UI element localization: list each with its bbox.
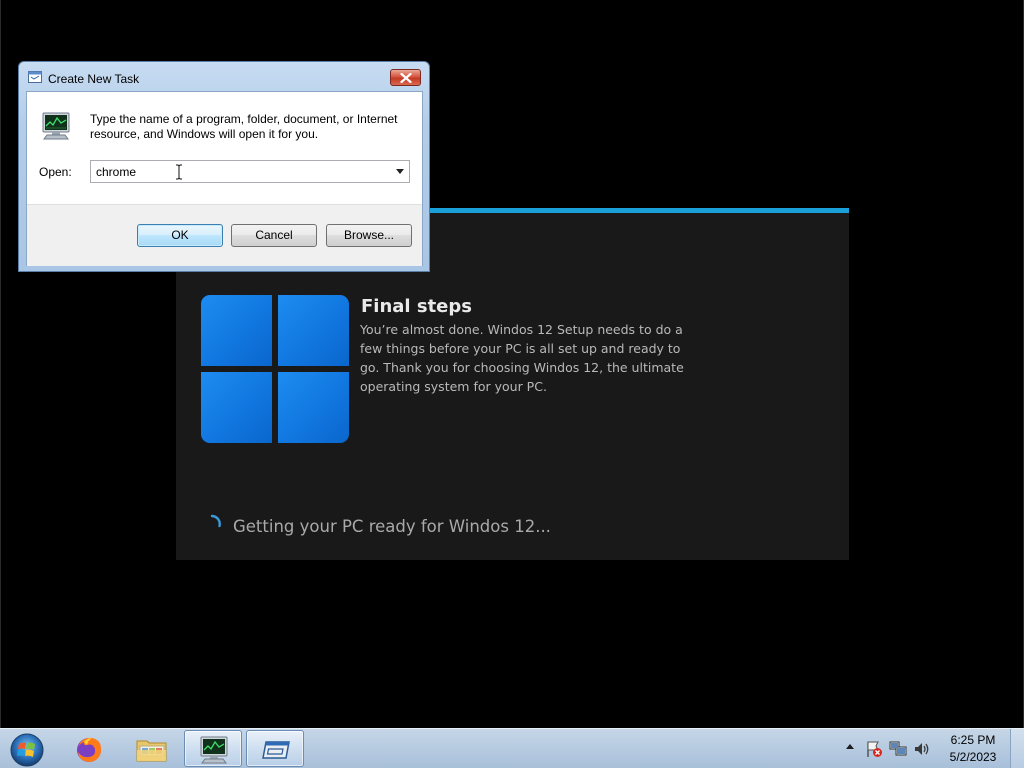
setup-description: You’re almost done. Windos 12 Setup need… [360,322,684,394]
desktop: Final steps You’re almost done. Windos 1… [0,0,1024,728]
taskbar: 6:25 PM 5/2/2023 [0,728,1024,768]
folder-icon [136,740,167,762]
windows-logo-icon [201,295,349,443]
network-icon[interactable] [889,740,907,758]
windows-orb-icon [10,733,44,767]
dialog-titlebar[interactable]: Create New Task [19,62,429,90]
dialog-prompt-text: Type the name of a program, folder, docu… [90,112,398,141]
open-dropdown-button[interactable] [391,161,409,182]
volume-icon[interactable] [913,740,931,758]
show-hidden-icons-chevron[interactable] [846,743,854,749]
task-manager-icon [200,736,228,764]
browse-button[interactable]: Browse... [326,224,412,247]
open-label: Open: [39,165,72,179]
close-icon [400,73,412,83]
create-new-task-dialog: Create New Task Type the name of a progr… [18,61,430,272]
firefox-icon [77,737,102,762]
setup-window-icon [262,741,290,759]
dialog-title: Create New Task [48,72,140,86]
ok-button[interactable]: OK [137,224,223,247]
chevron-down-icon [396,169,404,174]
taskbar-task-manager[interactable] [184,730,242,767]
close-button[interactable] [390,69,421,86]
clock-time[interactable]: 6:25 PM [942,733,1004,747]
loading-spinner-icon [210,514,221,528]
cancel-button[interactable]: Cancel [231,224,317,247]
start-button[interactable] [6,731,48,767]
dialog-body: Type the name of a program, folder, docu… [26,91,423,266]
open-input[interactable] [91,161,381,182]
taskbar-file-explorer[interactable] [122,730,180,767]
task-manager-icon [42,112,70,140]
open-combobox[interactable] [90,160,410,183]
action-center-flag-icon[interactable] [865,740,883,758]
clock-date[interactable]: 5/2/2023 [942,750,1004,764]
setup-title: Final steps [361,296,472,317]
run-dialog-icon [28,71,42,83]
dialog-button-bar: OK Cancel Browse... [27,204,422,266]
text-cursor-icon [176,164,182,180]
setup-status-text: Getting your PC ready for Windos 12... [233,517,551,536]
taskbar-setup-window[interactable] [246,730,304,767]
taskbar-firefox[interactable] [60,730,118,767]
show-desktop-button[interactable] [1010,729,1024,768]
